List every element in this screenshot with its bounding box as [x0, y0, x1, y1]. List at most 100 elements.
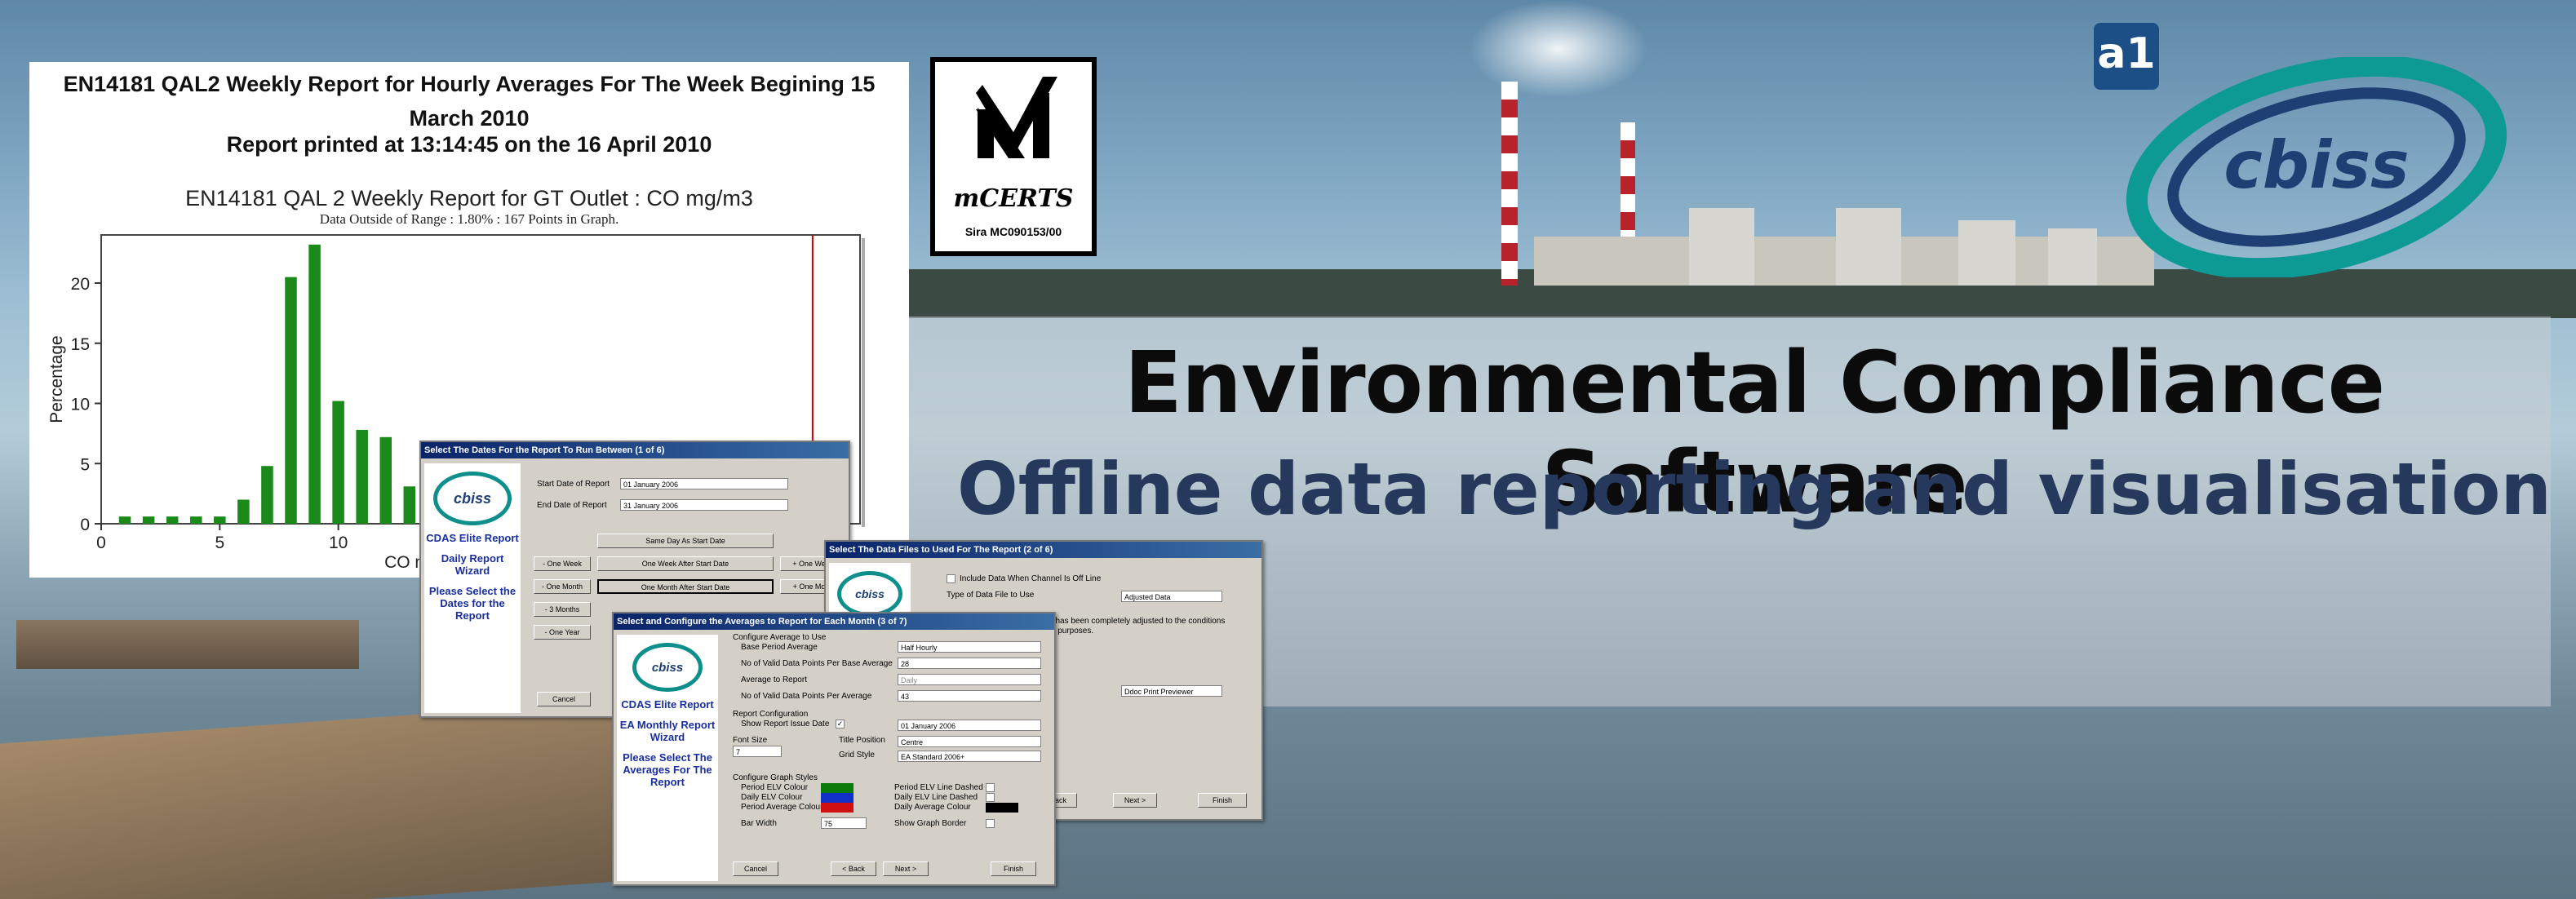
wizard-sidebar: cbiss CDAS Elite Report EA Monthly Repor…	[617, 635, 718, 881]
cbiss-small-logo: cbiss	[433, 472, 512, 525]
averages-dialog: Select and Configure the Averages to Rep…	[612, 612, 1056, 886]
sidebar-wizard-name: EA Monthly Report Wizard	[619, 719, 716, 743]
one-week-after-button[interactable]: One Week After Start Date	[597, 556, 774, 571]
back-button[interactable]: < Back	[831, 861, 876, 876]
daily-dashed-label: Daily ELV Line Dashed	[894, 793, 978, 802]
average-to-report-label: Average to Report	[741, 675, 807, 684]
chart-bar	[118, 516, 131, 524]
mcerts-brand: mCERTS	[953, 184, 1074, 213]
cancel-button[interactable]: Cancel	[733, 861, 778, 876]
sidebar-instruction: Please Select the Dates for the Report	[428, 585, 517, 622]
period-dashed-checkbox[interactable]	[986, 783, 995, 792]
daily-average-label: Daily Average Colour	[894, 803, 971, 812]
chart-bar	[308, 244, 321, 524]
section-graph-label: Configure Graph Styles	[733, 773, 818, 782]
x-tick-label: 0	[96, 534, 106, 552]
end-date-label: End Date of Report	[537, 501, 607, 510]
base-period-label: Base Period Average	[741, 643, 818, 652]
data-type-label: Type of Data File to Use	[947, 591, 1035, 600]
issue-date-picker[interactable]: 01 January 2006	[898, 720, 1041, 731]
include-offline-label: Include Data When Channel Is Off Line	[960, 574, 1102, 583]
same-day-button[interactable]: Same Day As Start Date	[597, 534, 774, 548]
cooling-tower	[1689, 208, 1754, 286]
valid-base-input[interactable]: 28	[898, 658, 1041, 669]
mcerts-id: Sira MC090153/00	[964, 225, 1062, 238]
chart-bar	[285, 277, 297, 524]
cbiss-small-logo: cbiss	[632, 643, 703, 692]
sidebar-wizard-name: Daily Report Wizard	[441, 552, 504, 577]
x-tick-label: 10	[329, 534, 348, 552]
mcerts-logo: mCERTS Sira MC090153/00	[930, 57, 1097, 256]
minus-one-month-button[interactable]: - One Month	[534, 579, 591, 594]
finish-button[interactable]: Finish	[991, 861, 1036, 876]
daily-elv-label: Daily ELV Colour	[741, 793, 803, 802]
font-size-label: Font Size	[733, 736, 768, 745]
period-average-label: Period Average Colour	[741, 803, 823, 812]
period-elv-label: Period ELV Colour	[741, 783, 809, 792]
chart-subtitle: Data Outside of Range : 1.80% : 167 Poin…	[320, 211, 619, 227]
y-tick-label: 10	[71, 396, 90, 414]
minus-one-week-button[interactable]: - One Week	[534, 556, 591, 571]
wizard-sidebar: cbiss CDAS Elite Report Daily Report Wiz…	[424, 463, 521, 713]
title-position-select[interactable]: Centre	[898, 736, 1041, 747]
start-date-picker[interactable]: 01 January 2006	[620, 478, 788, 489]
cancel-button[interactable]: Cancel	[537, 692, 591, 706]
sidebar-heading: CDAS Elite Report	[426, 532, 519, 544]
graph-border-checkbox[interactable]	[986, 819, 995, 828]
dialog-title: Select The Data Files to Used For The Re…	[826, 542, 1261, 558]
chart-bar	[142, 516, 155, 524]
grid-style-label: Grid Style	[839, 751, 875, 760]
chart-bar	[261, 466, 273, 524]
finish-button[interactable]: Finish	[1198, 793, 1247, 808]
next-button[interactable]: Next >	[1113, 793, 1157, 808]
section-average-label: Configure Average to Use	[733, 633, 827, 642]
cbiss-small-logo: cbiss	[837, 571, 902, 617]
title-position-label: Title Position	[839, 736, 885, 745]
issue-date-checkbox[interactable]: ✓	[836, 720, 845, 728]
end-date-picker[interactable]: 31 January 2006	[620, 499, 788, 511]
valid-average-label: No of Valid Data Points Per Average	[741, 692, 872, 701]
x-tick-label: 5	[215, 534, 224, 552]
chart-bar	[237, 499, 250, 524]
chart-bar	[214, 516, 226, 524]
valid-average-input[interactable]: 43	[898, 690, 1041, 702]
chart-bar	[403, 486, 416, 524]
printer-select[interactable]: Ddoc Print Previewer	[1121, 685, 1222, 697]
minus-one-year-button[interactable]: - One Year	[534, 625, 591, 640]
sidebar-instruction: Please Select The Averages For The Repor…	[623, 751, 712, 788]
dialog-title: Select and Configure the Averages to Rep…	[614, 613, 1054, 630]
base-period-select[interactable]: Half Hourly	[898, 641, 1041, 653]
chimney-left	[1501, 82, 1518, 286]
data-type-note: that has been completely adjusted to the…	[1040, 617, 1226, 626]
y-tick-label: 15	[71, 335, 90, 354]
cbiss-logo: cbiss	[2126, 57, 2507, 277]
chart-bar	[189, 516, 202, 524]
daily-average-swatch[interactable]	[986, 803, 1018, 813]
next-button[interactable]: Next >	[883, 861, 929, 876]
minus-3-months-button[interactable]: - 3 Months	[534, 602, 591, 617]
banner-subtitle: Offline data reporting and visualisation	[956, 447, 2552, 531]
daily-elv-swatch[interactable]	[821, 793, 853, 803]
chart-title: EN14181 QAL 2 Weekly Report for GT Outle…	[185, 186, 753, 210]
y-tick-label: 20	[71, 275, 90, 294]
valid-base-label: No of Valid Data Points Per Base Average	[741, 659, 893, 668]
start-date-label: Start Date of Report	[537, 480, 610, 489]
issue-date-label: Show Report Issue Date	[741, 720, 830, 728]
daily-dashed-checkbox[interactable]	[986, 793, 995, 802]
chart-bar	[166, 516, 179, 524]
cooling-tower	[1958, 220, 2015, 286]
bar-width-input[interactable]: 75	[821, 817, 867, 829]
one-month-after-button[interactable]: One Month After Start Date	[597, 579, 774, 594]
bar-width-label: Bar Width	[741, 819, 777, 828]
grid-style-select[interactable]: EA Standard 2006+	[898, 751, 1041, 762]
average-to-report-select[interactable]: Daily	[898, 674, 1041, 685]
y-tick-label: 0	[80, 516, 90, 534]
period-average-swatch[interactable]	[821, 803, 853, 813]
data-type-select[interactable]: Adjusted Data	[1121, 591, 1222, 602]
include-offline-checkbox[interactable]	[947, 574, 955, 583]
cbiss-logo-text: cbiss	[2224, 127, 2409, 203]
font-size-input[interactable]: 7	[733, 746, 782, 757]
period-elv-swatch[interactable]	[821, 783, 853, 793]
chart-bar	[356, 429, 368, 524]
wooden-dock	[16, 620, 359, 669]
